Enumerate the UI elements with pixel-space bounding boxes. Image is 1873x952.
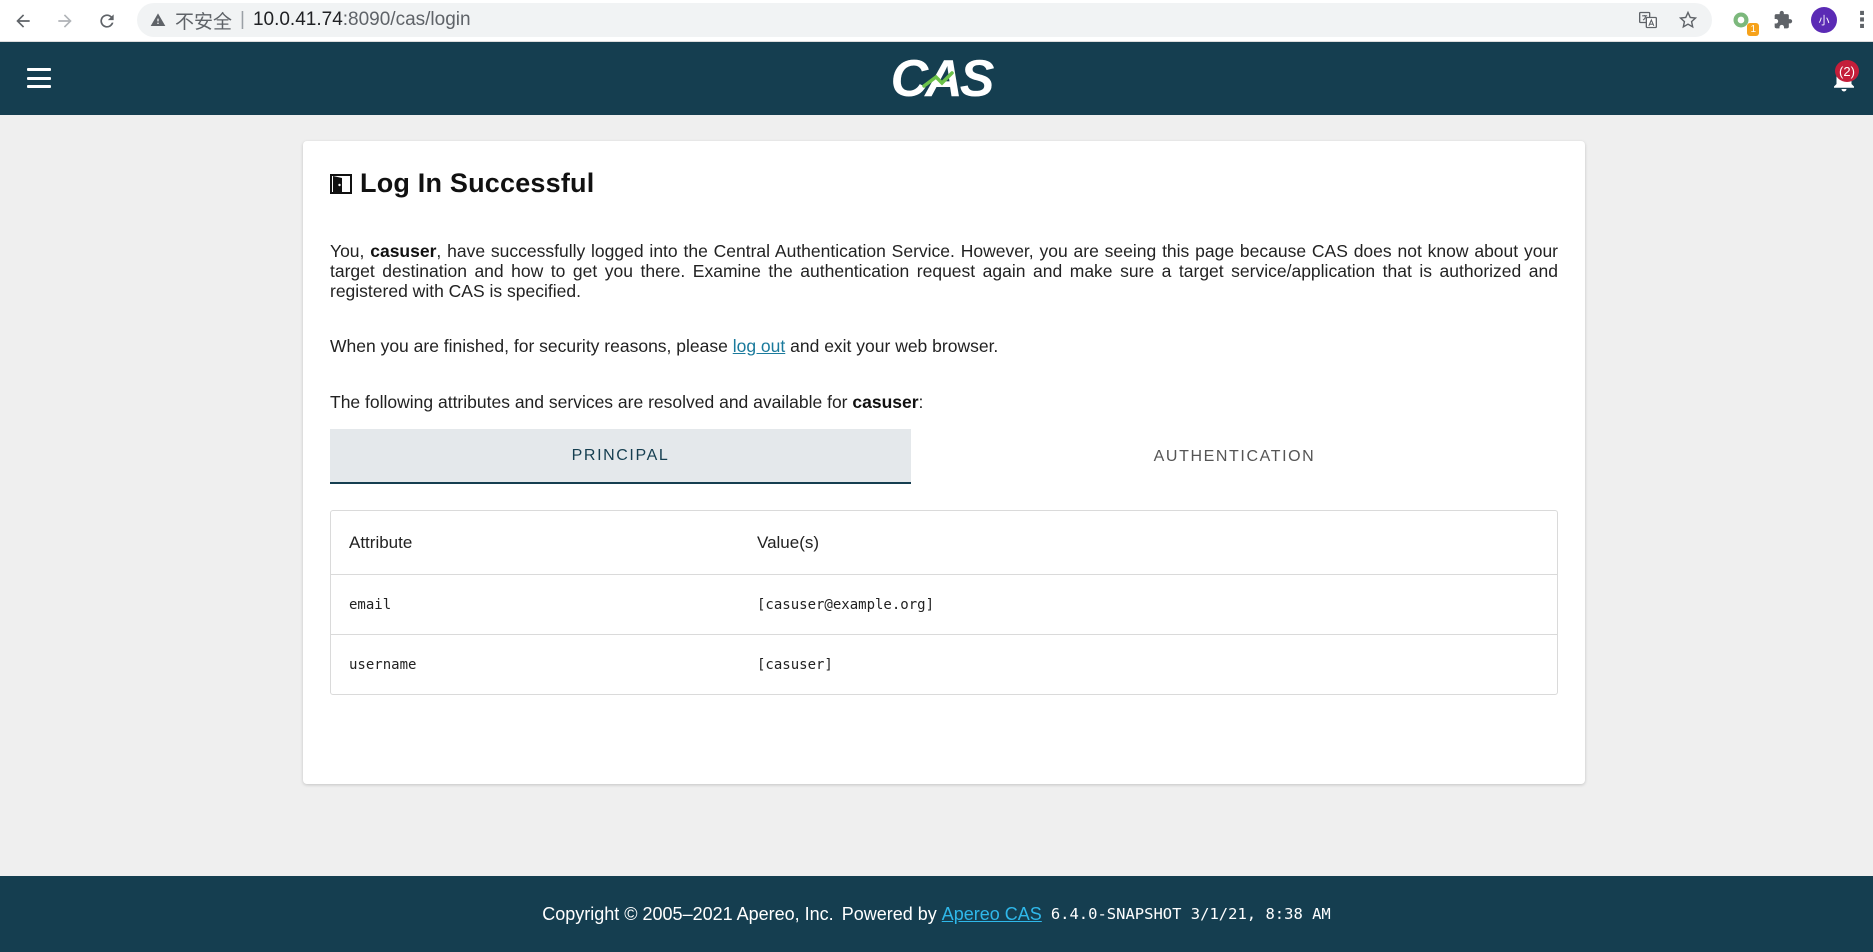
extension-badge: 1 [1747, 23, 1759, 36]
url-text: 10.0.41.74:8090/cas/login [253, 9, 471, 31]
page-title: Log In Successful [360, 168, 595, 198]
bookmark-star-icon[interactable] [1676, 8, 1700, 32]
tab-bar: PRINCIPAL AUTHENTICATION [330, 429, 1558, 484]
profile-avatar[interactable]: 小 [1811, 7, 1837, 33]
column-header-attribute: Attribute [349, 532, 413, 552]
page-footer: Copyright © 2005–2021 Apereo, Inc. Power… [0, 876, 1873, 952]
cas-logo: CAS [891, 50, 996, 108]
door-open-icon [330, 173, 352, 194]
insecure-label: 不安全 [175, 11, 233, 33]
table-header-row: Attribute Value(s) [331, 511, 1557, 575]
column-header-values: Value(s) [757, 532, 820, 552]
login-success-card: Log In Successful You, casuser, have suc… [303, 141, 1585, 784]
attribute-value: [casuser] [757, 656, 833, 673]
username-bold: casuser [370, 241, 437, 261]
logout-instruction: When you are finished, for security reas… [330, 336, 999, 356]
translate-icon[interactable] [1636, 8, 1660, 32]
attributes-table: Attribute Value(s) email [casuser@exampl… [330, 510, 1558, 695]
url-host: 10.0.41.74 [252, 9, 343, 30]
powered-by-text: Powered by [841, 903, 937, 924]
forward-button[interactable] [50, 6, 80, 36]
attributes-intro: The following attributes and services ar… [330, 392, 924, 412]
address-bar[interactable]: 不安全 | 10.0.41.74:8090/cas/login [137, 3, 1712, 37]
reload-button[interactable] [92, 6, 122, 36]
back-arrow-icon [16, 14, 30, 28]
attribute-value: [casuser@example.org] [757, 596, 935, 613]
warning-triangle-icon [149, 11, 167, 29]
extension-icon[interactable]: 1 [1727, 6, 1759, 36]
version-text: 6.4.0-SNAPSHOT 3/1/21, 8:38 AM [1050, 905, 1331, 923]
browser-menu-icon[interactable]: ⋮ [1851, 9, 1873, 31]
notification-count-badge: (2) [1835, 60, 1859, 82]
logout-link[interactable]: log out [733, 336, 786, 356]
svg-text:CAS: CAS [891, 50, 995, 108]
reload-icon [100, 14, 114, 28]
app-header: CAS (2) [0, 42, 1873, 115]
username-bold: casuser [852, 392, 919, 412]
copyright-text: Copyright © 2005–2021 Apereo, Inc. [542, 903, 834, 924]
url-path: :8090/cas/login [342, 9, 471, 30]
tab-principal[interactable]: PRINCIPAL [330, 429, 911, 484]
table-row: username [casuser] [331, 635, 1557, 694]
hamburger-menu-icon[interactable] [27, 68, 51, 88]
success-message: You, casuser, have successfully logged i… [330, 241, 1558, 301]
url-separator: | [240, 9, 245, 30]
puzzle-extensions-icon[interactable] [1769, 6, 1797, 34]
attribute-name: email [349, 596, 392, 613]
back-button[interactable] [8, 6, 38, 36]
table-row: email [casuser@example.org] [331, 575, 1557, 635]
forward-arrow-icon [58, 14, 72, 28]
tab-authentication[interactable]: AUTHENTICATION [911, 429, 1558, 484]
browser-toolbar: 不安全 | 10.0.41.74:8090/cas/login 1 小 ⋮ [0, 0, 1873, 42]
card-header: Log In Successful [330, 168, 594, 199]
attribute-name: username [349, 656, 417, 673]
apereo-cas-link[interactable]: Apereo CAS [942, 904, 1042, 925]
